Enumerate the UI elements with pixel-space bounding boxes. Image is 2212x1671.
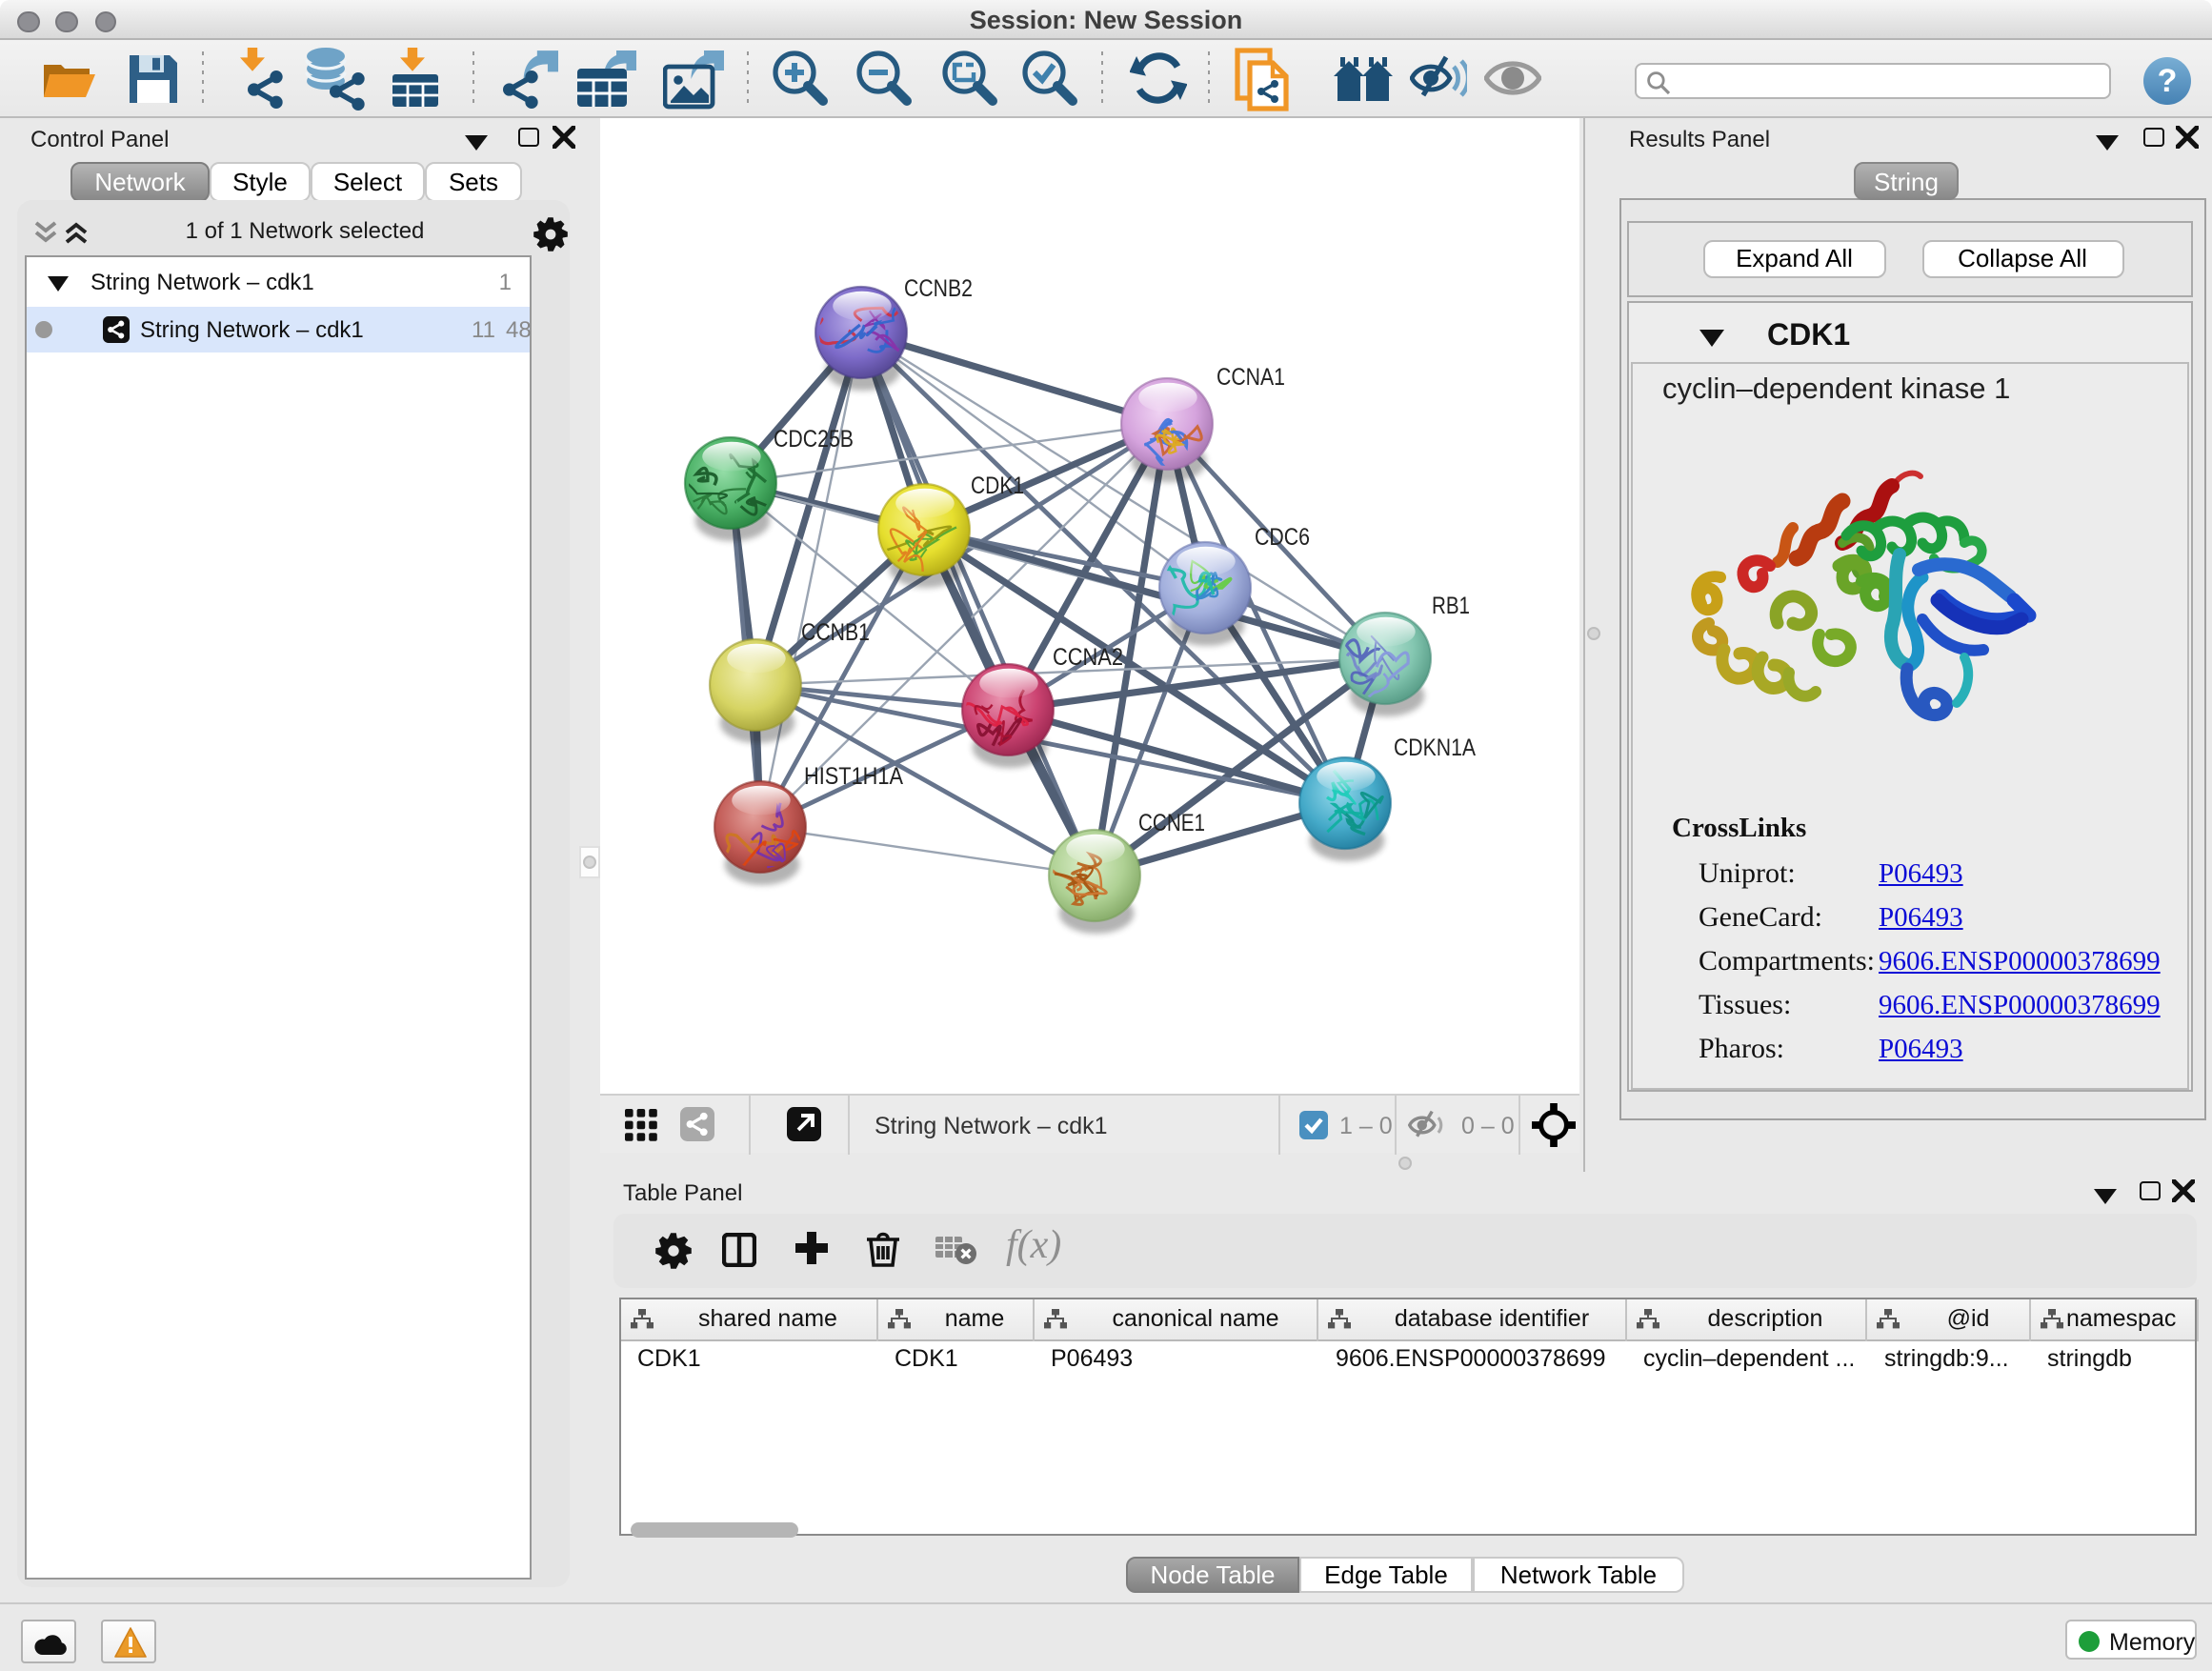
svg-text:CDC6: CDC6 (1255, 524, 1310, 551)
svg-text:CDK1: CDK1 (971, 473, 1024, 499)
svg-text:CCNA1: CCNA1 (1217, 364, 1285, 391)
svg-text:CCNB1: CCNB1 (801, 619, 870, 646)
svg-text:CDKN1A: CDKN1A (1394, 735, 1476, 761)
svg-text:CCNA2: CCNA2 (1053, 644, 1123, 671)
svg-text:CCNB2: CCNB2 (904, 275, 973, 302)
svg-text:CCNE1: CCNE1 (1138, 810, 1205, 836)
svg-text:RB1: RB1 (1432, 593, 1470, 619)
svg-text:HIST1H1A: HIST1H1A (804, 763, 903, 790)
svg-text:CDC25B: CDC25B (774, 426, 854, 453)
